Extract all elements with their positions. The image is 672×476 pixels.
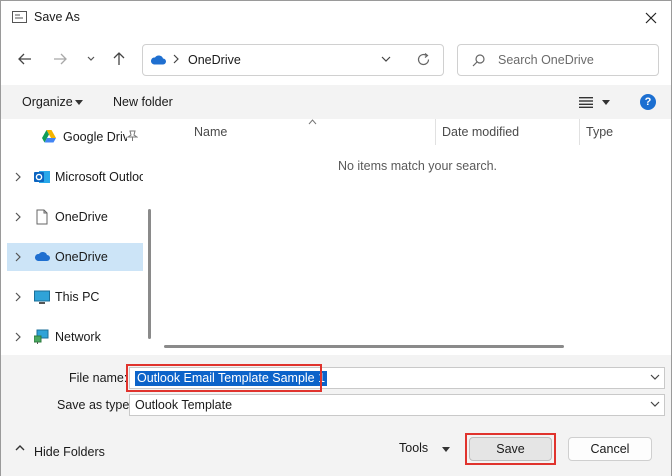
save-as-type-select[interactable]: Outlook Template: [129, 394, 665, 416]
chevron-right-icon[interactable]: [15, 212, 21, 222]
nav-item-google-drive[interactable]: Google Drive: [7, 123, 143, 151]
save-as-type-value: Outlook Template: [135, 398, 233, 412]
address-location: OneDrive: [188, 53, 241, 67]
nav-item-this-pc[interactable]: This PC: [7, 283, 143, 311]
chevron-right-icon[interactable]: [15, 292, 21, 302]
monitor-icon: [34, 290, 50, 304]
chevron-right-icon: [173, 54, 179, 64]
chevron-right-icon[interactable]: [15, 332, 21, 342]
file-list: Name Date modified Type No items match y…: [164, 119, 671, 355]
caret-down-icon[interactable]: [442, 447, 450, 452]
new-folder-button[interactable]: New folder: [113, 95, 173, 109]
window-title: Save As: [34, 10, 80, 24]
nav-label: Microsoft Outlook: [55, 170, 143, 184]
organize-button[interactable]: Organize: [22, 95, 73, 109]
nav-label: Google Drive: [63, 130, 127, 144]
empty-message: No items match your search.: [337, 159, 498, 173]
arrow-right-icon: [54, 53, 67, 65]
nav-label: OneDrive: [55, 250, 108, 264]
sort-ascending-icon: [308, 119, 317, 125]
nav-item-onedrive[interactable]: OneDrive: [7, 243, 143, 271]
save-as-type-label: Save as type:: [57, 398, 133, 412]
nav-label: OneDrive: [55, 210, 108, 224]
back-button[interactable]: [14, 48, 36, 70]
column-divider[interactable]: [579, 119, 580, 145]
close-button[interactable]: [639, 7, 663, 29]
nav-item-microsoft-outlook[interactable]: Microsoft Outlook: [7, 163, 143, 191]
search-box[interactable]: Search OneDrive: [457, 44, 659, 76]
command-bar: Organize New folder ?: [1, 85, 671, 119]
help-icon: ?: [644, 96, 652, 108]
address-row: OneDrive Search OneDrive: [1, 39, 671, 79]
save-as-dialog: Save As OneDrive Search OneDrive Organiz…: [0, 0, 672, 476]
tools-button[interactable]: Tools: [399, 441, 428, 455]
nav-scrollbar[interactable]: [148, 209, 151, 339]
hide-folders-button[interactable]: Hide Folders: [34, 445, 105, 459]
file-name-highlight: [126, 364, 322, 392]
recent-locations-button[interactable]: [80, 48, 102, 70]
cloud-icon: [34, 251, 50, 261]
horizontal-scrollbar[interactable]: [164, 345, 564, 348]
column-divider[interactable]: [435, 119, 436, 145]
chevron-up-icon[interactable]: [15, 444, 25, 452]
outlook-icon: [34, 171, 50, 183]
chevron-down-icon[interactable]: [381, 56, 391, 63]
column-header-name[interactable]: Name: [194, 125, 227, 139]
column-header-date-modified[interactable]: Date modified: [442, 125, 519, 139]
arrow-up-icon: [113, 52, 125, 65]
chevron-down-icon: [87, 56, 95, 61]
close-icon: [645, 12, 657, 24]
chevron-down-icon[interactable]: [650, 374, 660, 381]
search-icon: [472, 54, 485, 67]
column-header-type[interactable]: Type: [586, 125, 613, 139]
nav-label: This PC: [55, 290, 100, 304]
file-name-label: File name:: [69, 371, 128, 385]
chevron-right-icon[interactable]: [15, 172, 21, 182]
chevron-right-icon[interactable]: [15, 252, 21, 262]
title-bar: Save As: [1, 1, 671, 35]
caret-down-icon[interactable]: [75, 100, 83, 105]
network-icon: [34, 329, 49, 344]
view-options-icon[interactable]: [579, 96, 593, 108]
help-button[interactable]: ?: [640, 94, 656, 110]
caret-down-icon[interactable]: [602, 100, 610, 105]
save-form: File name: Outlook Email Template Sample…: [1, 355, 671, 476]
search-input[interactable]: Search OneDrive: [498, 53, 594, 67]
dialog-icon: [12, 11, 27, 23]
refresh-icon[interactable]: [416, 52, 431, 67]
google-drive-icon: [42, 130, 56, 143]
up-button[interactable]: [108, 48, 130, 70]
nav-item-onedrive-files[interactable]: OneDrive: [7, 203, 143, 231]
navigation-pane: Google Drive Microsoft Outlook: [1, 119, 151, 355]
cloud-icon: [150, 55, 166, 65]
save-button-highlight: [465, 433, 556, 465]
cancel-button-label: Cancel: [590, 442, 630, 456]
forward-button[interactable]: [49, 48, 71, 70]
document-icon: [36, 209, 48, 225]
nav-label: Network: [55, 330, 101, 344]
nav-item-network[interactable]: Network: [7, 323, 143, 351]
chevron-down-icon[interactable]: [650, 401, 660, 408]
pin-icon: [127, 130, 138, 141]
cancel-button[interactable]: Cancel: [568, 437, 652, 461]
address-bar[interactable]: OneDrive: [142, 44, 444, 76]
arrow-left-icon: [18, 53, 31, 65]
